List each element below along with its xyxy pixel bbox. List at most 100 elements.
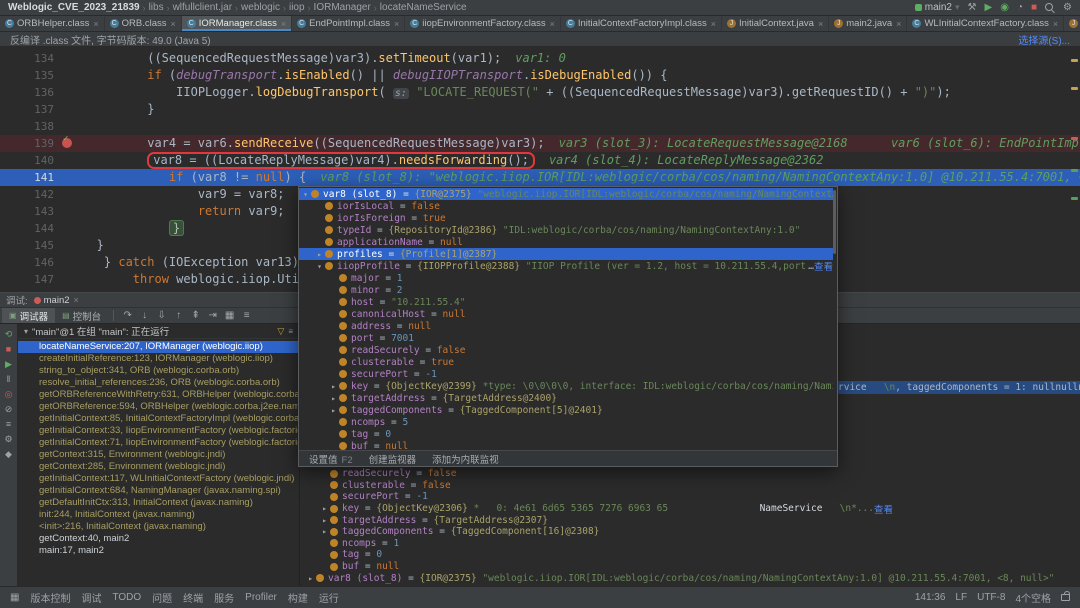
- expander-icon[interactable]: ▸: [320, 527, 329, 536]
- thread-dump-icon[interactable]: ≡: [6, 419, 11, 430]
- variable-row[interactable]: ▾ var8 (slot_8) = {IOR@2375} "weblogic.ii…: [299, 188, 833, 200]
- statusbar-item[interactable]: 4个空格: [1015, 590, 1051, 605]
- editor-tab[interactable]: C EndPointImpl.class ×: [292, 16, 406, 31]
- expander-icon[interactable]: ▾: [315, 262, 324, 271]
- breadcrumb-item[interactable]: locateNameService: [380, 2, 467, 13]
- variable-row[interactable]: tag = 0: [299, 428, 833, 440]
- line-number[interactable]: 138: [0, 118, 62, 135]
- breadcrumb-item[interactable]: iiop: [289, 2, 305, 13]
- stack-frame[interactable]: resolve_initial_references:236, ORB (web…: [18, 377, 299, 389]
- variable-row[interactable]: buf = null: [299, 440, 833, 450]
- settings-gear-icon[interactable]: ⚙: [1063, 2, 1072, 13]
- menu-icon[interactable]: ≡: [288, 327, 293, 336]
- stack-frame[interactable]: getContext:315, Environment (weblogic.jn…: [18, 449, 299, 461]
- variable-row[interactable]: applicationName = null: [299, 236, 833, 248]
- stop-icon[interactable]: ■: [1031, 2, 1037, 13]
- view-breakpoints-icon[interactable]: ◎: [5, 389, 13, 400]
- expander-icon[interactable]: ▸: [320, 504, 329, 513]
- expander-icon[interactable]: ▾: [301, 190, 310, 199]
- stack-frame[interactable]: init:244, InitialContext (javax.naming): [18, 509, 299, 521]
- run-config-selector[interactable]: main2 ▾: [914, 2, 960, 13]
- statusbar-item[interactable]: 版本控制: [30, 590, 70, 605]
- expander-icon[interactable]: ▸: [329, 382, 338, 391]
- variable-row[interactable]: ▸ profiles = {Profile[1]@2387}: [299, 248, 833, 260]
- expander-icon[interactable]: ▸: [306, 574, 315, 583]
- variable-row[interactable]: ▸ key = {ObjectKey@2306} * 0: 4e61 6d65 5…: [304, 503, 1080, 515]
- expander-icon[interactable]: ▸: [329, 394, 338, 403]
- stack-frame[interactable]: string_to_object:341, ORB (weblogic.corb…: [18, 365, 299, 377]
- variable-row[interactable]: ▸ taggedComponents = {TaggedComponent[5]@…: [299, 404, 833, 416]
- variable-row[interactable]: ▸ targetAddress = {TargetAddress@2400}: [299, 392, 833, 404]
- stack-frame[interactable]: getInitialContext:684, NamingManager (ja…: [18, 485, 299, 497]
- variable-row[interactable]: canonicalHost = null: [299, 308, 833, 320]
- statusbar-item[interactable]: 调试: [81, 590, 101, 605]
- stack-frame[interactable]: getORBReferenceWithRetry:631, ORBHelper …: [18, 389, 299, 401]
- variable-row[interactable]: tag = 0: [304, 549, 1080, 561]
- stack-frame[interactable]: getInitialContext:71, IiopEnvironmentFac…: [18, 437, 299, 449]
- editor-tab[interactable]: C InitialContextFactoryImpl.class ×: [561, 16, 722, 31]
- line-number[interactable]: 143: [0, 203, 62, 220]
- variable-row[interactable]: ▸ targetAddress = {TargetAddress@2307}: [304, 514, 1080, 526]
- variable-row[interactable]: ncomps = 1: [304, 538, 1080, 550]
- close-icon[interactable]: ×: [281, 19, 286, 29]
- close-icon[interactable]: ×: [170, 19, 175, 29]
- stack-frame[interactable]: getInitialContext:117, WLInitialContextF…: [18, 473, 299, 485]
- line-number[interactable]: 137: [0, 101, 62, 118]
- code-line[interactable]: 137}: [0, 101, 1080, 118]
- line-number[interactable]: 141: [0, 169, 62, 186]
- close-icon[interactable]: ×: [394, 19, 399, 29]
- statusbar-item[interactable]: Profiler: [245, 592, 277, 603]
- popup-action[interactable]: 创建监视器: [369, 452, 417, 466]
- close-icon[interactable]: ×: [818, 19, 823, 29]
- thread-selector[interactable]: ▾ "main"@1 在组 "main": 正在运行 ▽ ≡: [18, 324, 299, 339]
- choose-sources-link[interactable]: 选择源(S)...: [1018, 32, 1070, 47]
- variable-row[interactable]: readSecurely = false: [304, 468, 1080, 480]
- build-hammer-icon[interactable]: ⚒: [968, 2, 977, 13]
- view-link[interactable]: 查看: [874, 503, 893, 515]
- line-number[interactable]: 145: [0, 237, 62, 254]
- step-into-icon[interactable]: ↓: [136, 310, 153, 321]
- editor-tab[interactable]: J InitialContext.java ×: [722, 16, 830, 31]
- stack-frame[interactable]: getDefaultInitCtx:313, InitialContext (j…: [18, 497, 299, 509]
- code-line[interactable]: 134 ((SequencedRequestMessage)var3).setTi…: [0, 50, 1080, 67]
- settings-gear-icon[interactable]: ⚙: [4, 434, 12, 445]
- filter-funnel-icon[interactable]: ▽: [277, 326, 284, 337]
- rerun-icon[interactable]: ⟲: [5, 329, 13, 340]
- statusbar-item[interactable]: LF: [955, 592, 967, 603]
- profiler-icon[interactable]: ◔: [1017, 2, 1023, 13]
- variable-row[interactable]: ▸ taggedComponents = {TaggedComponent[16]…: [304, 526, 1080, 538]
- step-out-icon[interactable]: ↑: [170, 310, 187, 321]
- stack-frame[interactable]: main:17, main2: [18, 545, 299, 557]
- close-icon[interactable]: ×: [1053, 19, 1058, 29]
- editor-tab[interactable]: C WLInitialContextFactory.class ×: [907, 16, 1065, 31]
- line-number[interactable]: 146: [0, 254, 62, 271]
- view-link[interactable]: 查看: [814, 260, 833, 272]
- stack-frame[interactable]: locateNameService:207, IORManager (weblo…: [18, 341, 299, 353]
- variable-row[interactable]: iorIsForeign = true: [299, 212, 833, 224]
- pin-icon[interactable]: ◆: [5, 449, 12, 460]
- stack-frame[interactable]: getORBReference:594, ORBHelper (weblogic…: [18, 401, 299, 413]
- line-number[interactable]: 134: [0, 50, 62, 67]
- editor-tab[interactable]: CiiopEnvironmentFactory.class ×: [405, 16, 561, 31]
- stack-frame[interactable]: getInitialContext:33, IiopEnvironmentFac…: [18, 425, 299, 437]
- stack-frame[interactable]: createInitialReference:123, IORManager (…: [18, 353, 299, 365]
- run-to-cursor-icon[interactable]: ⇥: [204, 310, 221, 321]
- expander-icon[interactable]: ▸: [315, 250, 324, 259]
- debug-view-tab[interactable]: ▤ 控制台: [55, 308, 108, 323]
- layout-grid-icon[interactable]: ▦: [10, 592, 19, 603]
- line-number[interactable]: 139: [0, 135, 62, 152]
- code-line[interactable]: 138: [0, 118, 1080, 135]
- debug-session-tab[interactable]: main2 ×: [33, 295, 79, 306]
- expander-icon[interactable]: ▸: [329, 406, 338, 415]
- popup-action[interactable]: 添加为内联监视: [432, 452, 499, 466]
- editor-tab[interactable]: C IORManager.class ×: [181, 16, 293, 31]
- close-icon[interactable]: ×: [93, 19, 98, 29]
- breadcrumb-item[interactable]: libs: [149, 2, 164, 13]
- statusbar-item[interactable]: TODO: [112, 592, 141, 603]
- variable-row[interactable]: typeId = {RepositoryId@2386} "IDL:weblog…: [299, 224, 833, 236]
- code-line[interactable]: 136 IIOPLogger.logDebugTransport( s: "LOC…: [0, 84, 1080, 101]
- stack-frame[interactable]: getInitialContext:85, InitialContextFact…: [18, 413, 299, 425]
- mute-breakpoints-icon[interactable]: ⊘: [5, 404, 13, 415]
- stack-frame[interactable]: <init>:216, InitialContext (javax.naming…: [18, 521, 299, 533]
- search-icon[interactable]: [1045, 2, 1055, 13]
